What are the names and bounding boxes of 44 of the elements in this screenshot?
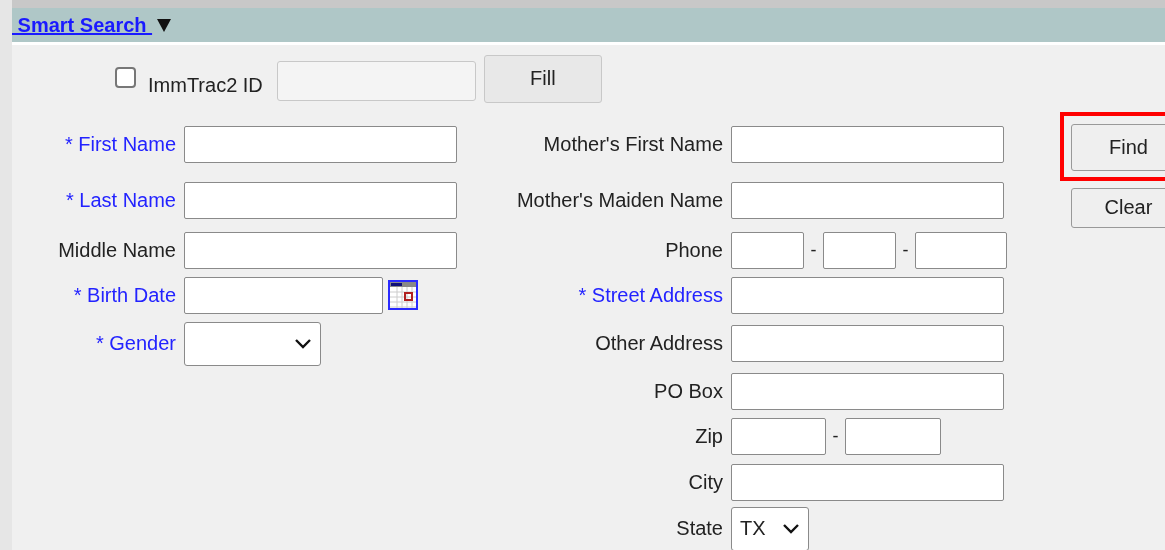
field-label: * Street Address [578, 283, 724, 307]
smart-search-link[interactable]: Smart Search [12, 13, 153, 37]
find-button[interactable]: Find [1071, 124, 1165, 171]
input-field[interactable] [731, 231, 804, 269]
field-label: * Last Name [65, 188, 177, 212]
field-label: Mother's Maiden Name [516, 188, 724, 212]
input-field[interactable] [184, 181, 457, 219]
input-field[interactable] [184, 276, 383, 314]
input-field[interactable] [731, 463, 1004, 501]
field-label: Other Address [595, 332, 724, 355]
state-dropdown[interactable]: TX [731, 506, 809, 550]
field-label: City [688, 470, 724, 494]
field-label: State [676, 517, 724, 540]
field-label: Middle Name [58, 238, 177, 262]
input-field[interactable] [184, 231, 457, 269]
input-field[interactable] [184, 125, 457, 163]
input-field[interactable] [731, 325, 1004, 362]
input-field[interactable] [731, 181, 1004, 219]
dash-separator: - [901, 239, 910, 261]
field-label: Zip [695, 425, 724, 448]
input-field[interactable] [915, 231, 1007, 269]
field-label: * Birth Date [73, 283, 177, 307]
fill-button[interactable]: Fill [483, 54, 602, 103]
field-label: Mother's First Name [543, 132, 724, 156]
triangle-down-icon[interactable] [156, 17, 173, 33]
calendar-icon[interactable] [388, 280, 418, 310]
checkbox[interactable] [115, 67, 136, 88]
input-field[interactable] [731, 372, 1004, 410]
input-field[interactable] [731, 276, 1004, 314]
dash-separator: - [809, 239, 818, 261]
gender-dropdown[interactable] [184, 321, 321, 366]
field-label: PO Box [654, 379, 724, 403]
input-field[interactable] [823, 231, 896, 269]
clear-button[interactable]: Clear [1071, 187, 1165, 228]
field-label: ImmTrac2 ID [148, 74, 263, 97]
chevron-down-icon [294, 337, 312, 350]
dash-separator: - [831, 426, 840, 447]
field-label: Phone [665, 238, 724, 262]
input-field[interactable] [731, 125, 1004, 163]
field-label: * Gender [95, 332, 177, 355]
field-label: * First Name [64, 132, 177, 156]
input-field[interactable] [845, 418, 941, 455]
chevron-down-icon [782, 522, 800, 535]
input-field[interactable] [731, 418, 826, 455]
